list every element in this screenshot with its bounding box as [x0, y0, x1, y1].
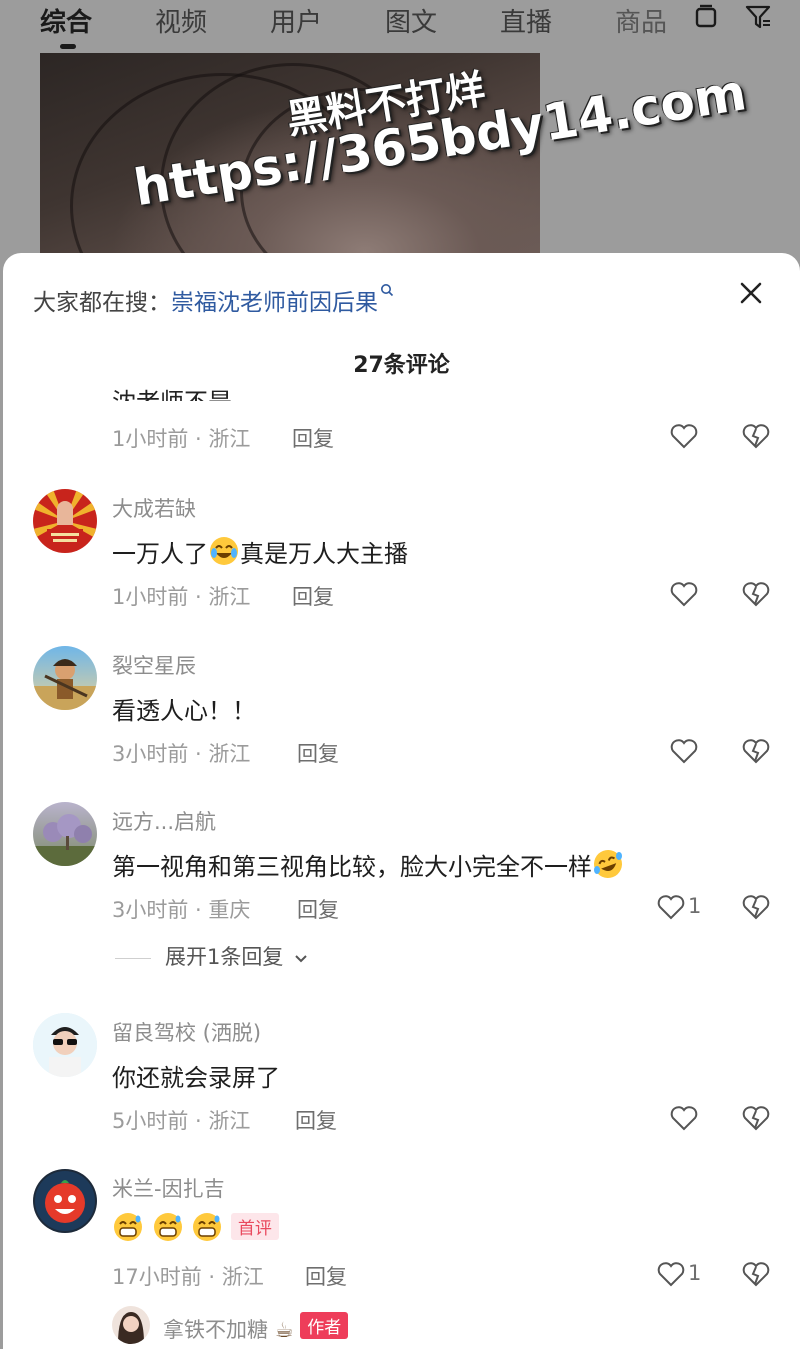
comment-meta: 3小时前 · 浙江	[112, 742, 251, 766]
close-icon[interactable]	[733, 275, 769, 311]
coffee-icon: ☕	[274, 1318, 294, 1342]
layout-icon[interactable]	[693, 4, 719, 30]
comment-text: 看透人心！！	[112, 697, 256, 725]
chevron-down-icon	[295, 955, 307, 963]
comment-meta: 17小时前 · 浙江	[112, 1265, 264, 1289]
rofl-emoji-icon	[594, 850, 622, 878]
suggestion-label: 大家都在搜：	[33, 290, 171, 316]
comment-meta: 1小时前 · 浙江	[112, 585, 251, 609]
tab-posts[interactable]: 图文	[385, 2, 437, 39]
comment-meta: 3小时前 · 重庆	[112, 898, 251, 922]
tab-users[interactable]: 用户	[270, 2, 322, 39]
comment-text: 首评	[112, 1211, 279, 1244]
dislike-icon[interactable]	[741, 579, 771, 609]
filter-icon[interactable]	[745, 4, 771, 30]
comment-text-part: 一万人了	[112, 540, 208, 568]
like-icon[interactable]	[669, 579, 699, 609]
tab-products[interactable]: 商品	[615, 2, 667, 39]
avatar[interactable]	[112, 1306, 150, 1344]
dislike-icon[interactable]	[741, 892, 771, 922]
comment-text: 你还就会录屏了	[112, 1064, 280, 1092]
comment-meta: 5小时前 · 浙江	[112, 1109, 251, 1133]
dislike-icon[interactable]	[741, 736, 771, 766]
search-icon	[381, 284, 394, 297]
expand-replies-button[interactable]: 展开1条回复	[115, 941, 308, 971]
avatar[interactable]	[33, 646, 97, 710]
suggestion-query[interactable]: 崇福沈老师前因后果	[171, 290, 378, 316]
comment-text: 第一视角和第三视角比较，脸大小完全不一样	[112, 847, 624, 882]
like-icon[interactable]	[669, 421, 699, 451]
comment-text: 一万人了 真是万人大主播	[112, 534, 408, 569]
avatar[interactable]	[33, 1013, 97, 1077]
tab-video[interactable]: 视频	[155, 2, 207, 39]
divider-line	[115, 957, 151, 959]
author-username[interactable]: 拿铁不加糖	[163, 1318, 268, 1342]
reply-button[interactable]: 回复	[292, 581, 334, 611]
like-icon[interactable]	[669, 1103, 699, 1133]
like-icon[interactable]	[656, 892, 686, 922]
tab-live[interactable]: 直播	[500, 2, 552, 39]
reply-button[interactable]: 回复	[297, 894, 339, 924]
avatar[interactable]	[33, 802, 97, 866]
comment-text-cut: 沈老师不是	[112, 379, 232, 401]
comment-count: 27条评论	[353, 353, 450, 378]
reply-button[interactable]: 回复	[292, 423, 334, 453]
search-suggestion[interactable]: 大家都在搜：崇福沈老师前因后果	[33, 283, 394, 317]
like-icon[interactable]	[656, 1259, 686, 1289]
grin-sweat-emoji-icon	[114, 1213, 142, 1241]
active-tab-indicator	[60, 44, 76, 49]
comment-text-part: 第一视角和第三视角比较，脸大小完全不一样	[112, 853, 592, 881]
comment-username: 拿铁不加糖 ☕ 作者	[163, 1312, 349, 1344]
search-tabs: 综合 视频 用户 图文 直播 商品	[0, 0, 800, 49]
comment-username[interactable]: 大成若缺	[112, 493, 196, 523]
like-count: 1	[688, 894, 702, 918]
tab-all[interactable]: 综合	[40, 2, 92, 39]
dislike-icon[interactable]	[741, 1259, 771, 1289]
reply-button[interactable]: 回复	[297, 738, 339, 768]
comment-username[interactable]: 米兰-因扎吉	[112, 1173, 225, 1203]
avatar[interactable]	[33, 1169, 97, 1233]
laugh-cry-emoji-icon	[210, 537, 238, 565]
comment-username[interactable]: 留良驾校 (洒脱)	[112, 1017, 261, 1047]
grin-sweat-emoji-icon	[153, 1213, 182, 1241]
expand-replies-label: 展开1条回复	[165, 945, 284, 969]
like-count: 1	[688, 1261, 702, 1285]
comment-text-part: 真是万人大主播	[240, 540, 408, 568]
reply-button[interactable]: 回复	[295, 1105, 337, 1135]
dislike-icon[interactable]	[741, 1103, 771, 1133]
like-icon[interactable]	[669, 736, 699, 766]
first-comment-badge: 首评	[230, 1213, 279, 1240]
dislike-icon[interactable]	[741, 421, 771, 451]
comments-sheet: 大家都在搜：崇福沈老师前因后果 27条评论 沈老师不是 1小时前 · 浙江 回复…	[3, 253, 800, 1349]
avatar[interactable]	[33, 489, 97, 553]
author-badge: 作者	[300, 1312, 349, 1339]
comment-meta: 1小时前 · 浙江	[112, 427, 251, 451]
reply-button[interactable]: 回复	[305, 1261, 347, 1291]
comment-username[interactable]: 远方...启航	[112, 806, 216, 836]
comment-username[interactable]: 裂空星辰	[112, 650, 196, 680]
grin-sweat-emoji-icon	[193, 1213, 222, 1241]
